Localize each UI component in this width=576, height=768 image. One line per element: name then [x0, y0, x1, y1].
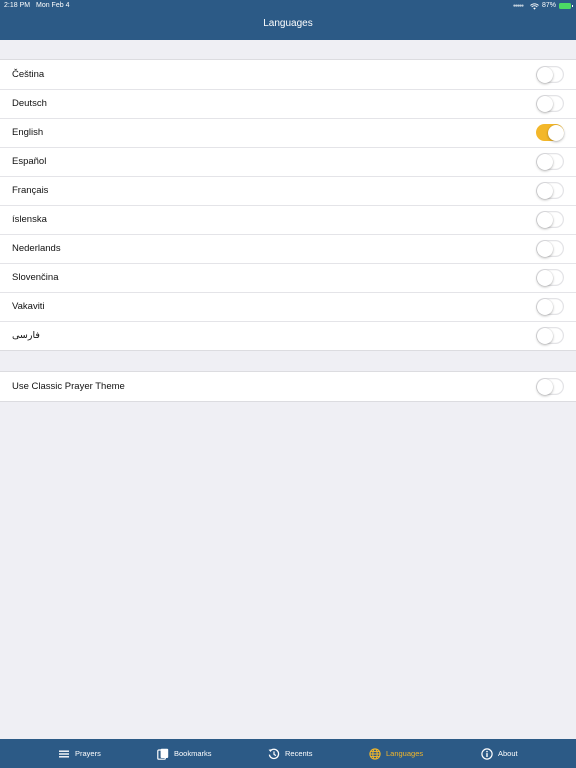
language-row: Español [0, 147, 576, 176]
settings-list: Use Classic Prayer Theme [0, 371, 576, 402]
tab-languages[interactable]: Languages [369, 739, 423, 768]
language-row: íslenska [0, 205, 576, 234]
toggle-knob [547, 124, 564, 141]
tab-label: Bookmarks [174, 749, 212, 758]
tab-prayers[interactable]: Prayers [58, 739, 101, 768]
page-title: Languages [263, 18, 313, 29]
language-row-label: Français [12, 185, 49, 196]
language-row-label: íslenska [12, 214, 47, 225]
wifi-icon [530, 2, 539, 10]
toggle-knob [536, 298, 553, 315]
status-time: 2:18 PM [4, 2, 31, 9]
toggle-switch[interactable] [536, 240, 564, 257]
language-row: Slovenčina [0, 263, 576, 292]
toggle-knob [536, 327, 553, 344]
toggle-knob [536, 153, 553, 170]
bookmarks-icon [157, 748, 169, 760]
tab-recents[interactable]: Recents [268, 739, 313, 768]
status-bar: 2:18 PM Mon Feb 4 ●●●●● 87% [0, 0, 576, 12]
language-row: فارسی [0, 321, 576, 350]
battery-icon [559, 3, 573, 9]
toggle-switch[interactable] [536, 95, 564, 112]
toggle-knob [536, 269, 553, 286]
toggle-knob [536, 95, 553, 112]
info-icon [481, 747, 493, 760]
globe-icon [369, 747, 381, 760]
toggle-switch[interactable] [536, 298, 564, 315]
language-row-label: Vakaviti [12, 301, 45, 312]
language-row-label: English [12, 127, 44, 138]
toggle-knob [536, 182, 553, 199]
language-row: Deutsch [0, 89, 576, 118]
setting-row-label: Use Classic Prayer Theme [12, 381, 125, 392]
language-row-label: Nederlands [12, 243, 61, 254]
toggle-knob [536, 66, 553, 83]
tab-bookmarks[interactable]: Bookmarks [157, 739, 212, 768]
language-row: Nederlands [0, 234, 576, 263]
status-date: Mon Feb 4 [36, 2, 70, 9]
tab-label: Prayers [75, 749, 101, 758]
toggle-switch[interactable] [536, 124, 564, 141]
tab-label: Recents [285, 749, 313, 758]
language-row-label: Slovenčina [12, 272, 59, 283]
signal-icon: ●●●●● [512, 3, 524, 9]
toggle-switch[interactable] [536, 327, 564, 344]
tab-label: About [498, 749, 518, 758]
tab-label: Languages [386, 749, 424, 758]
toggle-knob [536, 378, 553, 395]
language-row-label: Deutsch [12, 98, 47, 109]
battery-percent: 87% [541, 2, 556, 9]
toggle-switch[interactable] [536, 66, 564, 83]
toggle-switch[interactable] [536, 153, 564, 170]
toggle-switch[interactable] [536, 182, 564, 199]
language-row: Čeština [0, 60, 576, 89]
toggle-switch[interactable] [536, 211, 564, 228]
status-indicators: ●●●●● 87% [512, 0, 573, 12]
setting-row: Use Classic Prayer Theme [0, 372, 576, 401]
tab-bar: Prayers Bookmarks Recents Languages Abou… [0, 739, 576, 768]
language-row-label: Čeština [12, 69, 45, 80]
language-row-label: فارسی [12, 330, 40, 341]
tab-about[interactable]: About [481, 739, 518, 768]
toggle-knob [536, 211, 553, 228]
history-icon [268, 748, 280, 759]
languages-list: Čeština Deutsch English Español Français ísle… [0, 59, 576, 351]
toggle-switch[interactable] [536, 378, 564, 395]
navigation-bar: 2:18 PM Mon Feb 4 ●●●●● 87% Languages [0, 0, 576, 40]
language-row-label: Español [12, 156, 47, 167]
language-row: English [0, 118, 576, 147]
list-icon [59, 750, 69, 757]
language-row: Vakaviti [0, 292, 576, 321]
toggle-knob [536, 240, 553, 257]
toggle-switch[interactable] [536, 269, 564, 286]
language-row: Français [0, 176, 576, 205]
